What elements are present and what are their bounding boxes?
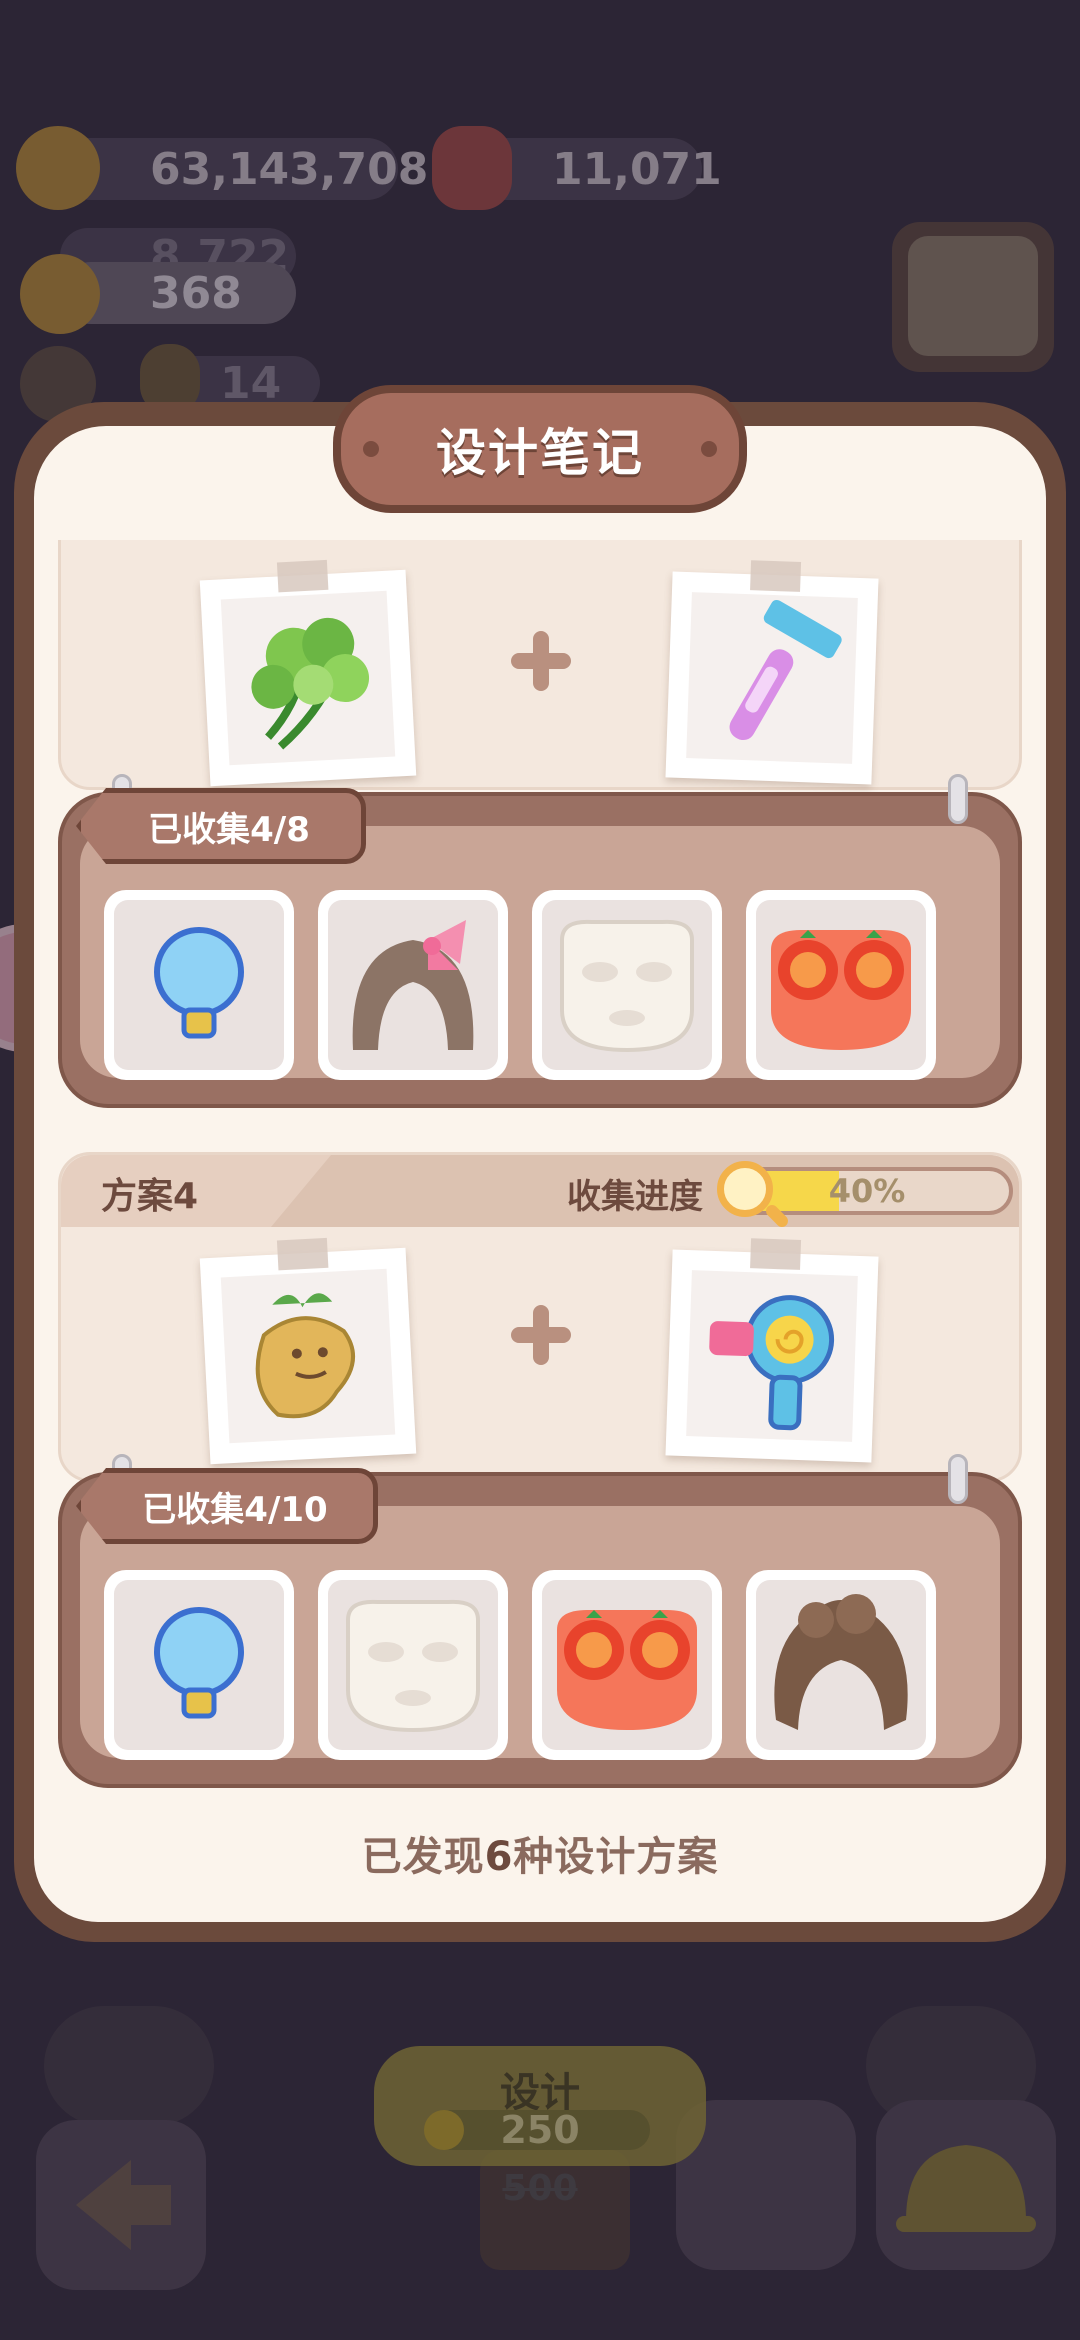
collected-slot[interactable] [746, 1570, 936, 1760]
plus-icon [511, 1305, 571, 1365]
mud-hair-icon [756, 1580, 926, 1750]
collected-slot[interactable] [104, 1570, 294, 1760]
magnifier-icon [717, 1161, 773, 1217]
notebook-button[interactable] [892, 222, 1054, 372]
collected-slot[interactable] [532, 890, 722, 1080]
plan-name: 方案4 [101, 1176, 199, 1217]
mandrake-icon [220, 1268, 396, 1444]
progress-label: 收集进度 [567, 1177, 703, 1217]
collected-slot[interactable] [532, 1570, 722, 1760]
wheel-left [44, 2006, 214, 2126]
collected-label-2: 已收集4/10 [76, 1468, 378, 1544]
pin-icon [948, 1454, 968, 1504]
ingredient-right[interactable] [665, 1238, 879, 1463]
discovered-summary: 已发现6种设计方案 [361, 1834, 719, 1880]
plan-list[interactable]: 已收集4/8 方案4 收集进度 40% 已收集4/10 [58, 540, 1022, 1795]
lightbulb-icon [114, 900, 284, 1070]
bow-hair-icon [328, 900, 498, 1070]
gem-icon [432, 126, 512, 210]
plan-card-4: 方案4 收集进度 40% [58, 1152, 1022, 1482]
plan-header: 方案4 收集进度 40% [61, 1155, 1019, 1227]
sunflower-icon [20, 254, 100, 334]
lightbulb-icon [114, 1580, 284, 1750]
ingredient-left[interactable] [199, 1237, 417, 1465]
notebook-icon [908, 236, 1038, 356]
plus-icon [511, 631, 571, 691]
helmet-button[interactable] [876, 2100, 1056, 2270]
coin-counter: 63,143,708 [60, 138, 428, 200]
ingredient-left[interactable] [199, 559, 417, 787]
razor-icon [686, 592, 858, 764]
collected-slot[interactable] [104, 890, 294, 1080]
design-cost: 250 [500, 2108, 580, 2152]
collected-slot[interactable] [746, 890, 936, 1080]
parsley-icon [220, 590, 396, 766]
modal-title: 设计笔记 [436, 424, 644, 482]
tomato-mask-icon [542, 1580, 712, 1750]
arrow-left-icon [76, 2160, 171, 2250]
face-mask-icon [328, 1580, 498, 1750]
face-mask-icon [542, 900, 712, 1070]
helmet-icon [896, 2145, 1036, 2232]
original-cost: 500 [502, 2168, 578, 2209]
collected-label-1: 已收集4/8 [76, 788, 366, 864]
pin-icon [948, 774, 968, 824]
tomato-mask-icon [756, 900, 926, 1070]
coin-icon [16, 126, 100, 210]
plan-card-top [58, 540, 1022, 790]
collected-slot[interactable] [318, 890, 508, 1080]
hairdryer-icon [686, 1270, 858, 1442]
ingredient-right[interactable] [665, 560, 879, 785]
collected-slot[interactable] [318, 1570, 508, 1760]
back-button[interactable] [36, 2120, 206, 2290]
